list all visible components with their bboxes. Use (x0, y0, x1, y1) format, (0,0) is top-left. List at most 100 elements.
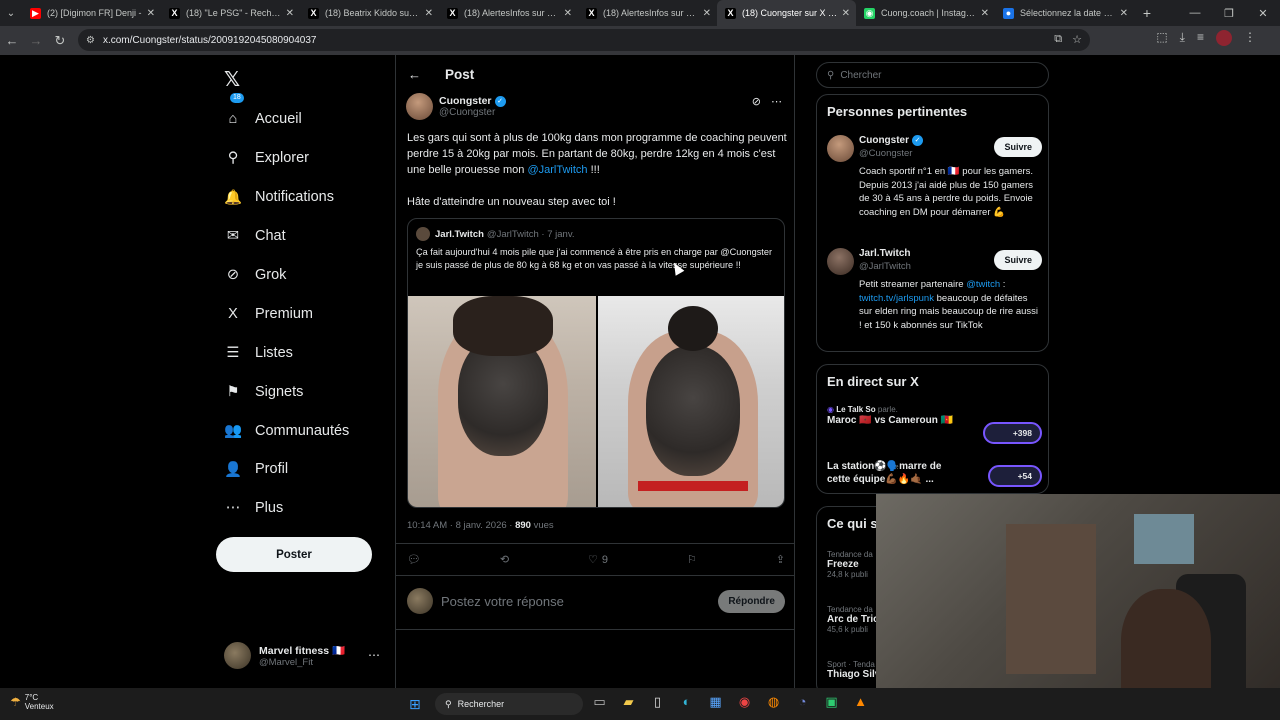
more-icon[interactable]: ⋯ (368, 648, 380, 662)
nav-item-plus[interactable]: ⋯ Plus (224, 489, 349, 528)
menu-icon[interactable]: ⋮ (1244, 30, 1256, 46)
address-bar[interactable]: ⚙ x.com/Cuongster/status/200919204508090… (78, 29, 1090, 51)
nav-icon: ⚲ (227, 150, 239, 167)
tab-close-icon[interactable]: ✕ (425, 8, 433, 19)
quote-author-handle: @JarlTwitch · 7 janv. (486, 228, 575, 240)
nav-item-notifications[interactable]: 🔔 18 Notifications (224, 93, 349, 217)
person-card[interactable]: Jarl.Twitch @JarlTwitch Suivre Petit str… (827, 248, 1042, 348)
live-item[interactable]: La station⚽🗣️marre de cette équipe💪🏾🔥🤙🏾 … (827, 460, 1042, 487)
browser-tab[interactable]: X (18) AlertesInfos sur X : " ✕ (439, 0, 578, 26)
trend-item[interactable]: Tendance da Freeze 24,8 k publi (827, 550, 873, 579)
person-card[interactable]: Cuongster ✓ @Cuongster Suivre Coach sport… (827, 135, 1042, 235)
reply-input[interactable]: Postez votre réponse (441, 594, 718, 609)
share-icon[interactable]: ⇪ (776, 553, 785, 566)
browser-tab[interactable]: X (18) Cuongster sur X : "Le ✕ (717, 0, 856, 26)
tab-close-icon[interactable]: ✕ (1120, 8, 1128, 19)
quote-image-after[interactable] (598, 296, 784, 507)
extensions-icon[interactable]: ⬚ (1156, 30, 1167, 46)
window-controls: — ❐ ✕ (1178, 0, 1280, 26)
post-more-icon[interactable]: ⋯ (771, 95, 782, 108)
browser-tab[interactable]: X (18) AlertesInfos sur X : " ✕ (578, 0, 717, 26)
app-icon[interactable]: ▣ (822, 694, 841, 710)
trend-item[interactable]: Tendance da Arc de Tric 45,6 k publi (827, 605, 879, 634)
tab-close-icon[interactable]: ✕ (147, 8, 155, 19)
follow-button[interactable]: Suivre (994, 250, 1042, 270)
account-switcher[interactable]: Marvel fitness 🇫🇷 @Marvel_Fit ⋯ (224, 642, 384, 669)
tab-groups-icon[interactable]: ≡ (1197, 30, 1204, 46)
reply-button[interactable]: Répondre (718, 589, 785, 613)
nav-item-signets[interactable]: ⚑ Signets (224, 372, 349, 411)
download-icon[interactable]: ⤓ (1180, 30, 1185, 46)
mention-link[interactable]: @JarlTwitch (527, 164, 587, 176)
bookmark-icon[interactable]: ⚐ (687, 553, 697, 566)
store-icon[interactable]: ▦ (706, 694, 725, 710)
back-icon[interactable]: ← (0, 29, 24, 53)
post-button[interactable]: Poster (216, 537, 372, 572)
grok-icon[interactable]: ⊘ (752, 95, 761, 108)
weather-widget[interactable]: ☂ 7°C Venteux (10, 693, 54, 711)
browser-tab[interactable]: ◉ Cuong.coach | Instagram ✕ (856, 0, 995, 26)
windows-start-icon[interactable]: ⊞ (409, 696, 421, 713)
notepad-icon[interactable]: ▯ (648, 694, 667, 710)
person-name[interactable]: Cuongster (859, 135, 909, 146)
taskbar: ☂ 7°C Venteux ⊞ ⚲ Rechercher ▭ ▰ ▯ ◐ ▦ ◉… (0, 688, 1280, 720)
forward-icon[interactable]: → (24, 29, 48, 53)
browser-tab[interactable]: ● Sélectionnez la date et l'h ✕ (995, 0, 1134, 26)
task-view-icon[interactable]: ▭ (590, 694, 609, 710)
nav-item-communautés[interactable]: 👥 Communautés (224, 411, 349, 450)
quote-image-before[interactable] (408, 296, 596, 507)
search-input[interactable]: ⚲ Chercher (816, 62, 1049, 88)
reload-icon[interactable]: ↻ (48, 29, 72, 53)
tab-close-icon[interactable]: ✕ (703, 8, 711, 19)
minimize-icon[interactable]: — (1178, 0, 1212, 26)
post-timestamp[interactable]: 10:14 AM · 8 janv. 2026 · (407, 520, 515, 531)
nav-item-explorer[interactable]: ⚲ Explorer (224, 139, 349, 178)
browser-tab[interactable]: ▶ (2) [Digimon FR] Denji - ✕ (22, 0, 161, 26)
close-window-icon[interactable]: ✕ (1246, 0, 1280, 26)
live-item[interactable]: ◉ Le Talk So parle. Maroc 🇲🇦 vs Cameroun… (827, 405, 1042, 444)
new-tab-button[interactable]: + (1134, 5, 1160, 21)
firefox-icon[interactable]: ◍ (764, 694, 783, 710)
post-author[interactable]: Cuongster ✓ @Cuongster (406, 93, 506, 120)
nav-item-listes[interactable]: ☰ Listes (224, 333, 349, 372)
quoted-post[interactable]: Jarl.Twitch @JarlTwitch · 7 janv. Ça fai… (407, 218, 785, 508)
author-name[interactable]: Cuongster (439, 95, 492, 107)
tab-close-icon[interactable]: ✕ (842, 8, 850, 19)
quote-author-name: Jarl.Twitch (435, 228, 484, 240)
site-info-icon[interactable]: ⚙ (86, 35, 95, 46)
tab-search-icon[interactable]: ⌄ (0, 0, 22, 26)
bio-url-link[interactable]: twitch.tv/jarlspunk (859, 293, 934, 304)
tab-close-icon[interactable]: ✕ (981, 8, 989, 19)
tab-close-icon[interactable]: ✕ (564, 8, 572, 19)
taskbar-search[interactable]: ⚲ Rechercher (435, 693, 583, 715)
nav-item-accueil[interactable]: ⌂ Accueil (224, 100, 349, 139)
x-logo-icon[interactable]: 𝕏 (224, 67, 240, 92)
nav-item-grok[interactable]: ⊘ Grok (224, 256, 349, 295)
bookmark-star-icon[interactable]: ☆ (1072, 33, 1082, 46)
file-explorer-icon[interactable]: ▰ (619, 694, 638, 710)
person-avatar[interactable] (827, 135, 854, 162)
maximize-icon[interactable]: ❐ (1212, 0, 1246, 26)
vlc-icon[interactable]: ▲ (851, 694, 870, 710)
discord-icon[interactable]: ◔ (793, 694, 812, 710)
back-arrow-icon[interactable]: ← (408, 67, 421, 82)
tab-close-icon[interactable]: ✕ (286, 8, 294, 19)
bio-mention-link[interactable]: @twitch (966, 279, 1000, 290)
nav-item-chat[interactable]: ✉ Chat (224, 217, 349, 256)
browser-tab[interactable]: X (18) "Le PSG" - Recherche ✕ (161, 0, 300, 26)
browser-tab[interactable]: X (18) Beatrix Kiddo sur X : ✕ (300, 0, 439, 26)
nav-item-premium[interactable]: X Premium (224, 294, 349, 333)
like-button[interactable]: ♡ 9 (588, 553, 608, 567)
person-avatar[interactable] (827, 248, 854, 275)
nav-item-profil[interactable]: 👤 Profil (224, 450, 349, 489)
author-avatar[interactable] (406, 93, 433, 120)
follow-button[interactable]: Suivre (994, 137, 1042, 157)
person-name[interactable]: Jarl.Twitch (859, 248, 911, 259)
edge-icon[interactable]: ◐ (677, 694, 696, 710)
profile-avatar[interactable] (1216, 30, 1232, 46)
chrome-icon[interactable]: ◉ (735, 694, 754, 710)
install-app-icon[interactable]: ⧉ (1054, 33, 1062, 46)
trend-item[interactable]: Sport · Tenda Thiago Silv (827, 660, 880, 680)
repost-icon[interactable]: ⟲ (500, 553, 509, 566)
reply-icon[interactable]: 💬︎ (407, 553, 421, 566)
